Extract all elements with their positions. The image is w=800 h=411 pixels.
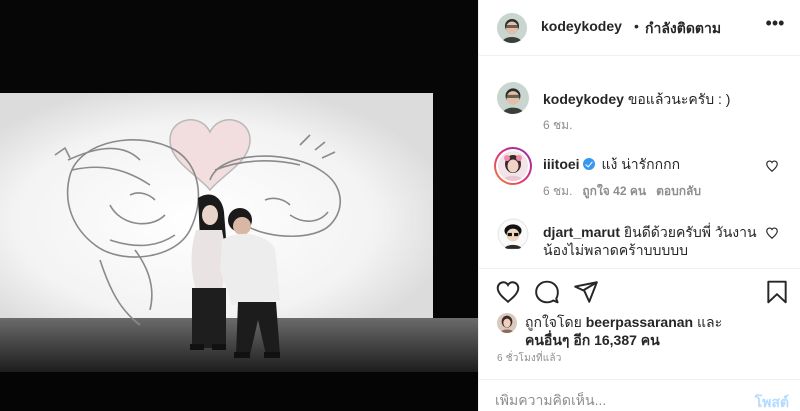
verified-badge-icon xyxy=(582,158,595,170)
comment-text-continued: น้องไม่พลาดคร้าบบบบบ xyxy=(543,242,689,258)
comment-meta: 6 ชม. ถูกใจ 42 คน ตอบกลับ xyxy=(543,182,701,201)
add-comment-input[interactable] xyxy=(495,392,725,408)
more-horizontal-icon: ••• xyxy=(765,13,785,33)
avatar-image xyxy=(497,82,529,114)
more-options-button[interactable]: ••• xyxy=(763,13,787,36)
others-likes-link[interactable]: คนอื่นๆ อีก 16,387 คน xyxy=(525,331,660,349)
post-comment-button[interactable]: โพสต์ xyxy=(755,392,789,411)
liked-by-prefix: ถูกใจโดย xyxy=(525,314,582,330)
post-modal: kodeykodey • กำลังติดตาม ••• kodeykodey xyxy=(0,0,800,411)
liker-avatar[interactable] xyxy=(497,313,517,333)
comment-like-heart-icon[interactable] xyxy=(765,159,779,173)
avatar[interactable] xyxy=(497,82,529,114)
caption-line: kodeykodey ขอแล้วนะครับ : ) xyxy=(543,89,730,111)
avatar[interactable] xyxy=(497,218,529,250)
comment-likes-count[interactable]: ถูกใจ 42 คน xyxy=(582,184,646,198)
reply-button[interactable]: ตอบกลับ xyxy=(656,184,701,198)
likes-and: และ xyxy=(697,314,723,330)
comment-time[interactable]: 6 ชม. xyxy=(543,184,572,198)
post-photo[interactable] xyxy=(0,0,478,411)
comment-text: ยินดีด้วยครับพี่ วันงาน xyxy=(623,224,757,240)
avatar-inner xyxy=(496,149,530,183)
add-comment-bar: โพสต์ xyxy=(479,379,800,411)
header-separator: • xyxy=(634,18,639,34)
caption-time[interactable]: 6 ชม. xyxy=(543,116,572,135)
avatar-image xyxy=(497,13,527,43)
caption-username[interactable]: kodeykodey xyxy=(543,91,624,107)
post-header: kodeykodey • กำลังติดตาม ••• xyxy=(479,0,800,56)
comment-item: djart_marut ยินดีด้วยครับพี่ วันงาน น้อง… xyxy=(479,214,800,264)
comment-text: แง้ น่ารักกกก xyxy=(601,156,681,172)
post-details-panel: kodeykodey • กำลังติดตาม ••• kodeykodey xyxy=(478,0,800,411)
comment-username[interactable]: iiitoei xyxy=(543,156,580,172)
avatar-image xyxy=(498,151,528,181)
liker-username[interactable]: beerpassaranan xyxy=(586,314,693,330)
caption: kodeykodey ขอแล้วนะครับ : ) 6 ชม. xyxy=(479,80,800,140)
comment-username[interactable]: djart_marut xyxy=(543,224,620,240)
post-timestamp[interactable]: 6 ชั่วโมงที่แล้ว xyxy=(497,351,562,366)
heart-icon[interactable] xyxy=(495,279,521,305)
following-button[interactable]: กำลังติดตาม xyxy=(645,18,721,40)
send-icon[interactable] xyxy=(573,279,599,305)
comment-item: iiitoei แง้ น่ารักกกก 6 ชม. ถูกใจ 42 คน ตอ… xyxy=(479,147,800,205)
likes-line: ถูกใจโดย beerpassaranan และ xyxy=(525,313,722,331)
avatar[interactable] xyxy=(497,13,527,43)
caption-text: ขอแล้วนะครับ : ) xyxy=(627,91,731,107)
avatar-image xyxy=(497,313,517,333)
action-section: ถูกใจโดย beerpassaranan และ คนอื่นๆ อีก … xyxy=(479,268,800,411)
comment-line: iiitoei แง้ น่ารักกกก xyxy=(543,154,680,176)
comment-like-heart-icon[interactable] xyxy=(765,226,779,240)
bookmark-icon[interactable] xyxy=(764,279,790,305)
post-author-username[interactable]: kodeykodey xyxy=(541,18,622,34)
comment-icon[interactable] xyxy=(534,279,560,305)
photo-illustration xyxy=(0,0,478,411)
story-ring-avatar[interactable] xyxy=(494,147,532,185)
avatar-image xyxy=(497,218,529,250)
